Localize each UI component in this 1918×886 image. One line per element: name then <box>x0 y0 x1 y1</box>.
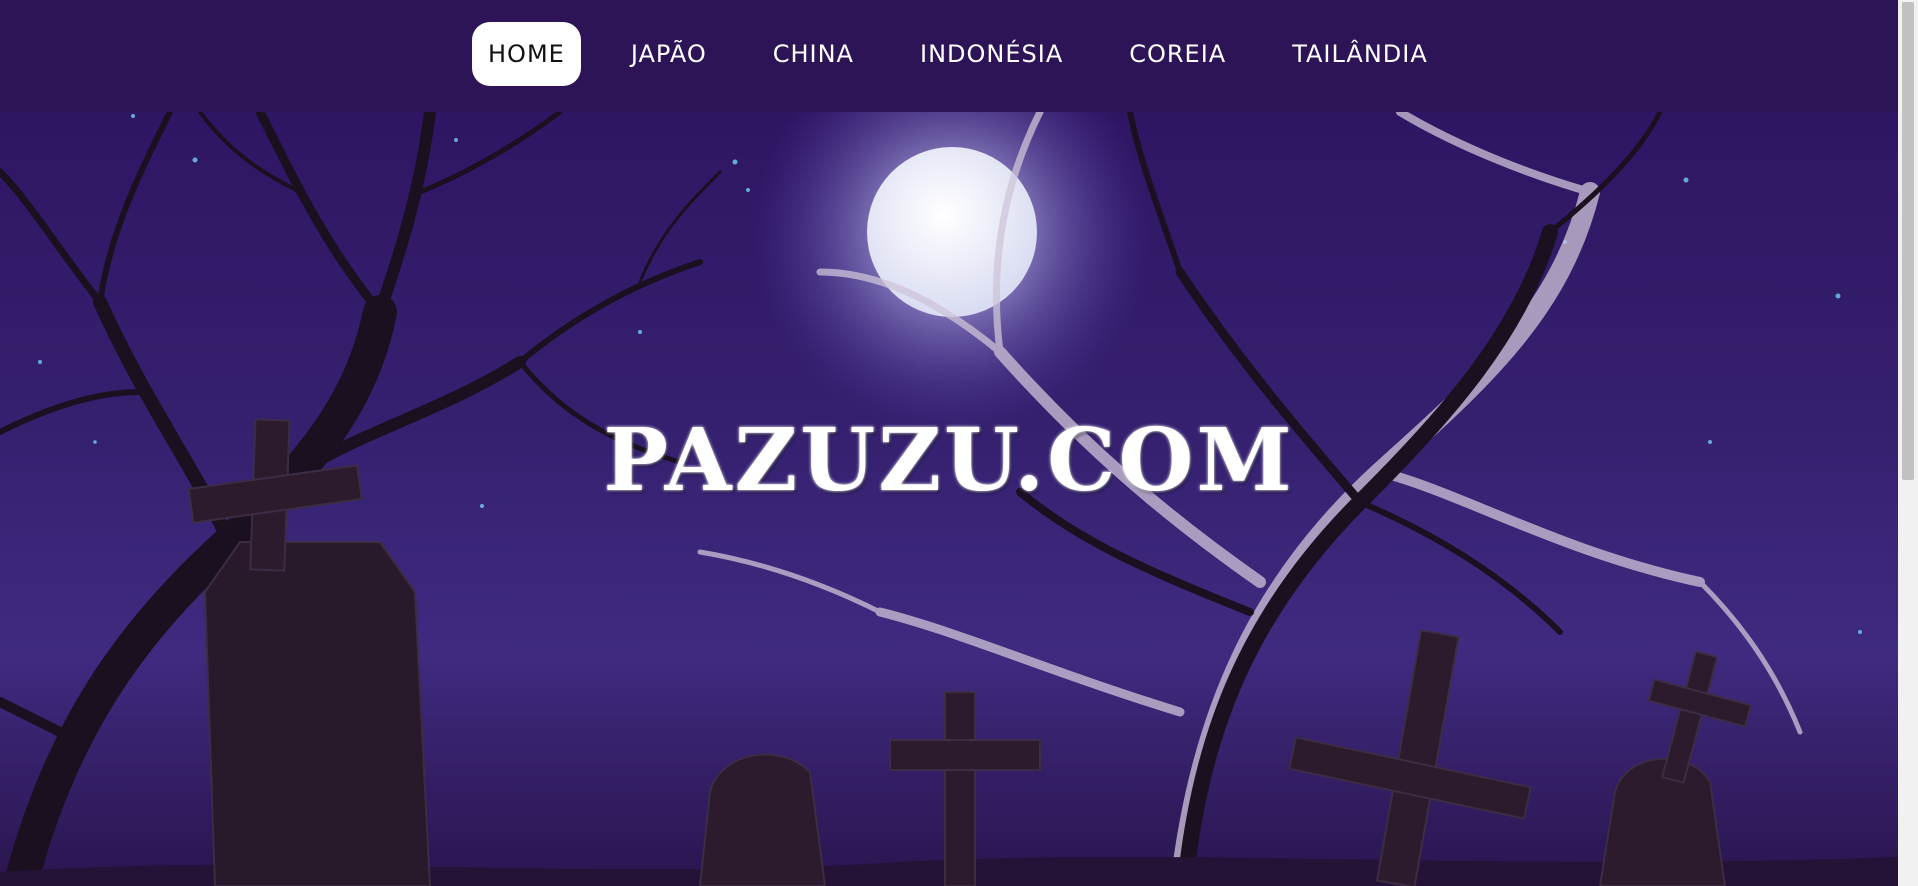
nav-item-coreia[interactable]: COREIA <box>1113 22 1242 86</box>
hero-banner: PAZUZU.COM <box>0 112 1898 886</box>
scrollbar-thumb[interactable] <box>1902 2 1914 480</box>
vertical-scrollbar[interactable] <box>1898 0 1918 886</box>
moon <box>867 147 1037 317</box>
nav-item-china[interactable]: CHINA <box>757 22 870 86</box>
top-navigation: HOME JAPÃO CHINA INDONÉSIA COREIA TAILÂN… <box>0 0 1898 112</box>
nav-item-japao[interactable]: JAPÃO <box>615 22 723 86</box>
nav-item-indonesia[interactable]: INDONÉSIA <box>904 22 1079 86</box>
site-title: PAZUZU.COM <box>603 410 1295 511</box>
nav-item-home[interactable]: HOME <box>472 22 581 86</box>
nav-item-tailandia[interactable]: TAILÂNDIA <box>1276 22 1444 86</box>
nav-list: HOME JAPÃO CHINA INDONÉSIA COREIA TAILÂN… <box>472 22 1444 86</box>
